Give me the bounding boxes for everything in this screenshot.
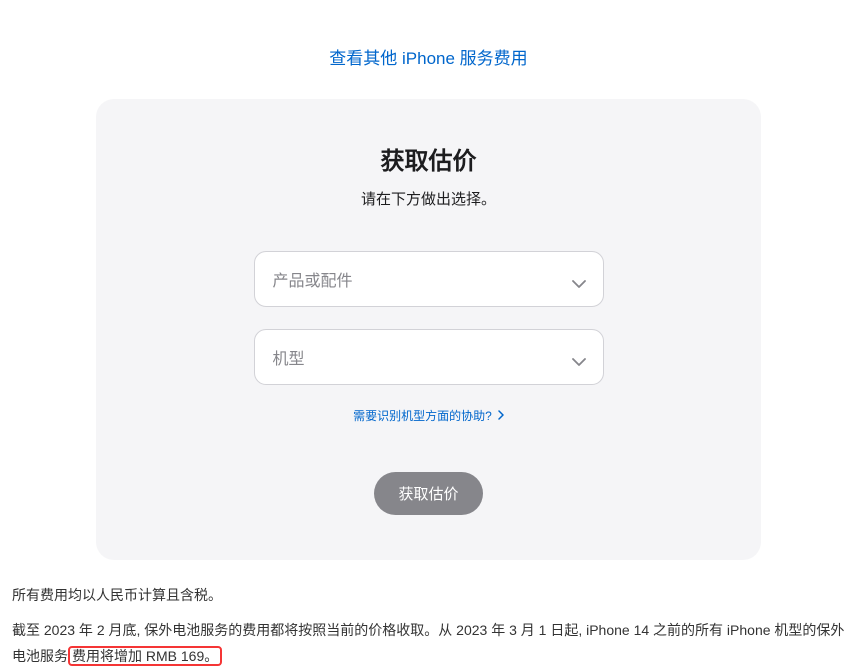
product-select-placeholder: 产品或配件 — [273, 267, 353, 291]
footer-text: 所有费用均以人民币计算且含税。 截至 2023 年 2 月底, 保外电池服务的费… — [12, 560, 845, 670]
estimate-card: 获取估价 请在下方做出选择。 产品或配件 机型 需要识别机型方面的协助? — [96, 99, 761, 560]
product-select[interactable]: 产品或配件 — [254, 251, 604, 307]
card-title: 获取估价 — [136, 141, 721, 176]
other-iphone-services-link[interactable]: 查看其他 iPhone 服务费用 — [329, 49, 527, 68]
chevron-right-icon — [498, 409, 504, 423]
top-link-container: 查看其他 iPhone 服务费用 — [12, 0, 845, 99]
product-select-container: 产品或配件 — [254, 251, 604, 307]
model-select[interactable]: 机型 — [254, 329, 604, 385]
footer-line-1: 所有费用均以人民币计算且含税。 — [12, 582, 845, 609]
model-select-container: 机型 — [254, 329, 604, 385]
footer-highlight: 费用将增加 RMB 169。 — [68, 646, 222, 666]
help-link-text: 需要识别机型方面的协助? — [353, 407, 492, 424]
footer-line-2: 截至 2023 年 2 月底, 保外电池服务的费用都将按照当前的价格收取。从 2… — [12, 617, 845, 670]
get-estimate-button[interactable]: 获取估价 — [374, 472, 482, 515]
identify-model-help-link[interactable]: 需要识别机型方面的协助? — [353, 407, 504, 424]
model-select-placeholder: 机型 — [273, 345, 305, 369]
card-subtitle: 请在下方做出选择。 — [136, 188, 721, 209]
